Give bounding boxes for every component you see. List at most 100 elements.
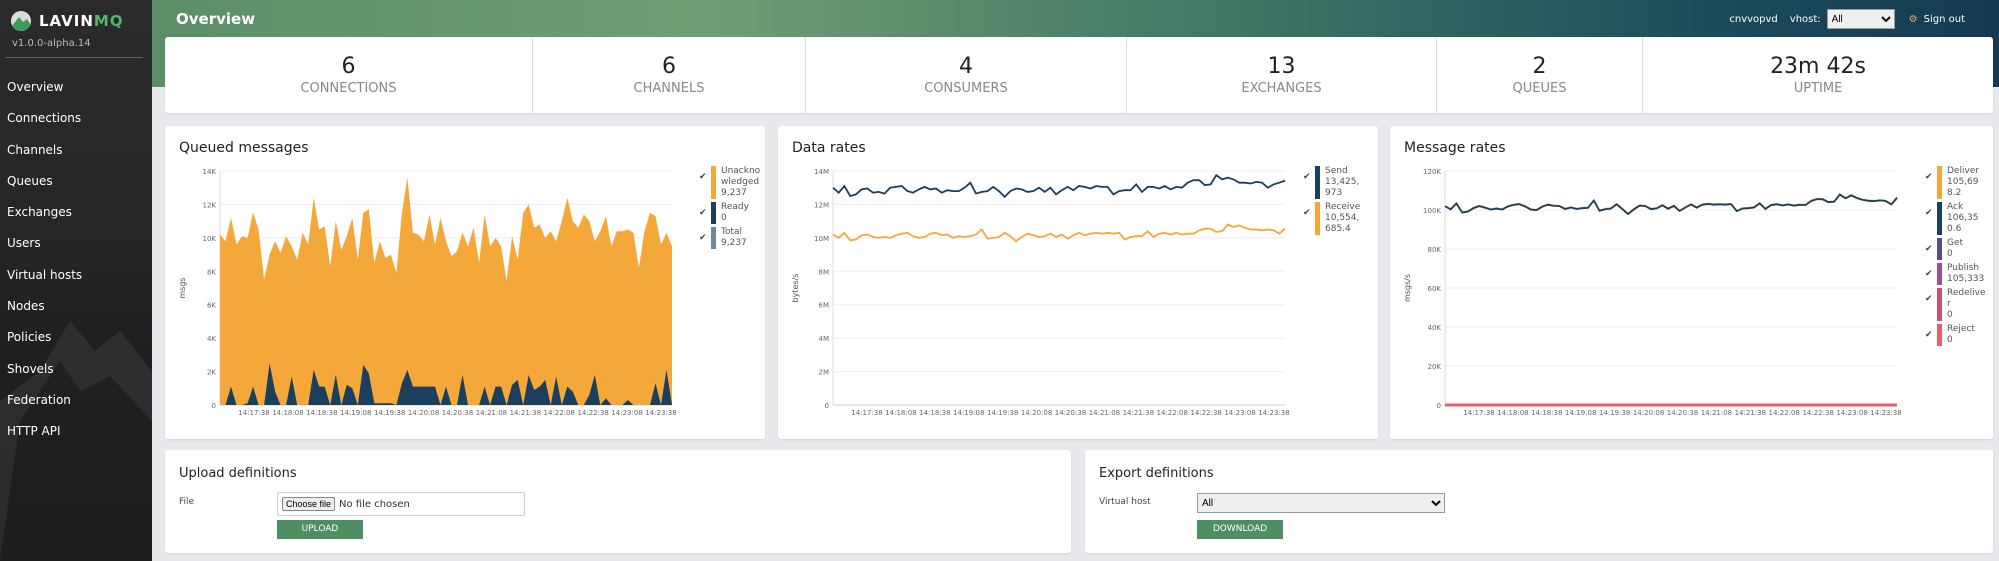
- legend-item-ready[interactable]: ✔ Ready 0: [699, 202, 761, 224]
- x-tick-label: 14:23:08: [1836, 409, 1867, 417]
- logo[interactable]: LAVINMQ: [9, 10, 124, 32]
- x-tick-label: 14:21:38: [1123, 409, 1154, 417]
- x-tick-label: 14:18:08: [272, 409, 303, 417]
- upload-button[interactable]: UPLOAD: [277, 520, 363, 539]
- check-icon[interactable]: ✔: [1925, 294, 1935, 304]
- check-icon[interactable]: ✔: [1925, 172, 1935, 182]
- legend: ✔ Send 13,425,973 ✔ Receive 10,554,685.4: [1303, 166, 1365, 238]
- user-icon: ⚙: [1908, 13, 1918, 25]
- y-axis-label: msgs: [178, 277, 187, 298]
- check-icon[interactable]: ✔: [1925, 330, 1935, 340]
- version: v1.0.0-alpha.14: [12, 38, 91, 49]
- legend-item-send[interactable]: ✔ Send 13,425,973: [1303, 166, 1365, 199]
- sidebar-nav: Overview Connections Channels Queues Exchang…: [7, 78, 82, 454]
- stat-value: 4: [959, 54, 973, 79]
- legend-item-total[interactable]: ✔ Total 9,237: [699, 227, 761, 249]
- stat-value: 13: [1267, 54, 1296, 79]
- legend-item-publish[interactable]: ✔ Publish 105,333: [1925, 263, 1987, 285]
- check-icon[interactable]: ✔: [699, 208, 709, 218]
- chart-svg: 02K4K6K8K10K12K14Kmsgs14:17:38 14:18:08 14…: [178, 168, 677, 417]
- x-tick-label: 14:17:38: [238, 409, 269, 417]
- sidebar-item-channels[interactable]: Channels: [7, 141, 82, 172]
- y-tick-label: 80K: [1428, 246, 1442, 254]
- vhost-select[interactable]: All: [1826, 9, 1895, 29]
- legend-item-receive[interactable]: ✔ Receive 10,554,685.4: [1303, 202, 1365, 235]
- x-tick-label: 14:22:08: [544, 409, 575, 417]
- chart-svg: 0 2M 4M 6M 8M 10M 12M 14M bytes/s 14:17:38 14:18:0…: [791, 168, 1290, 417]
- lavinmq-logo-icon: [11, 11, 31, 31]
- virtual-host-select[interactable]: All: [1197, 493, 1445, 513]
- x-tick-label: 14:23:08: [611, 409, 642, 417]
- sidebar-item-queues[interactable]: Queues: [7, 172, 82, 203]
- sidebar-item-http-api[interactable]: HTTP API: [7, 422, 82, 453]
- check-icon[interactable]: ✔: [1925, 269, 1935, 279]
- legend-item-ack[interactable]: ✔ Ack 106,350.6: [1925, 202, 1987, 235]
- legend-item-get[interactable]: ✔ Get 0: [1925, 238, 1987, 260]
- stats-card: 6 CONNECTIONS 6 CHANNELS 4 CONSUMERS 13 EXCHANG…: [165, 37, 1993, 113]
- y-tick-label: 4M: [819, 335, 830, 343]
- stat-value: 2: [1532, 54, 1547, 79]
- y-tick-label: 10K: [203, 235, 217, 243]
- check-icon[interactable]: ✔: [699, 233, 709, 243]
- sidebar-item-users[interactable]: Users: [7, 234, 82, 265]
- legend-item-deliver[interactable]: ✔ Deliver 105,698.2: [1925, 166, 1987, 199]
- sidebar-item-connections[interactable]: Connections: [7, 109, 82, 140]
- legend-item-redeliver[interactable]: ✔ Redeliver 0: [1925, 288, 1987, 321]
- x-tick-label: 14:21:08: [1089, 409, 1120, 417]
- sidebar-item-nodes[interactable]: Nodes: [7, 297, 82, 328]
- x-tick-label: 14:18:08: [1497, 409, 1528, 417]
- legend-swatch: [1937, 263, 1942, 285]
- stat-value: 6: [662, 54, 676, 79]
- check-icon[interactable]: ✔: [1303, 208, 1313, 218]
- x-tick-label: 14:21:38: [510, 409, 541, 417]
- queued-messages-card: Queued messages 0 2K 4K 6K 8K 10K 12K 14K msgs 14:…: [165, 126, 765, 439]
- legend-text: Total 9,237: [721, 227, 747, 248]
- y-tick-label: 8M: [819, 268, 830, 276]
- download-button[interactable]: DOWNLOAD: [1197, 520, 1283, 539]
- sidebar-item-shovels[interactable]: Shovels: [7, 360, 82, 391]
- x-tick-label: 14:23:08: [1224, 409, 1255, 417]
- stat-label: CONNECTIONS: [300, 81, 397, 96]
- x-tick-label: 14:22:38: [1802, 409, 1833, 417]
- legend-text: Unacknowledged 9,237: [721, 166, 761, 198]
- sidebar-item-overview[interactable]: Overview: [7, 78, 82, 109]
- x-tick-label: 14:20:38: [442, 409, 473, 417]
- check-icon[interactable]: ✔: [1303, 172, 1313, 182]
- legend-item-unacknowledged[interactable]: ✔ Unacknowledged 9,237: [699, 166, 761, 199]
- x-tick-label: 14:17:38: [851, 409, 882, 417]
- series-ack-line: [1444, 193, 1898, 216]
- y-tick-label: 20K: [1428, 363, 1442, 371]
- check-icon[interactable]: ✔: [699, 172, 709, 182]
- y-tick-label: 0: [212, 402, 216, 410]
- y-tick-label: 120K: [1423, 168, 1441, 176]
- check-icon[interactable]: ✔: [1925, 244, 1935, 254]
- y-tick-label: 0: [1437, 402, 1441, 410]
- legend-text: Publish 105,333: [1947, 263, 1985, 284]
- x-tick-label: 14:22:08: [1157, 409, 1188, 417]
- choose-file-button[interactable]: Choose file: [282, 497, 336, 511]
- file-input[interactable]: Choose file No file chosen: [277, 492, 525, 516]
- y-tick-label: 10M: [814, 235, 829, 243]
- legend: ✔ Unacknowledged 9,237 ✔ Ready 0 ✔ Total 9,237: [699, 166, 761, 252]
- sidebar-item-federation[interactable]: Federation: [7, 391, 82, 422]
- legend-text: Ready 0: [721, 202, 749, 223]
- sidebar-item-exchanges[interactable]: Exchanges: [7, 203, 82, 234]
- x-tick-label: 14:18:38: [306, 409, 337, 417]
- legend-text: Reject 0: [1947, 324, 1975, 345]
- x-tick-label: 14:19:08: [340, 409, 371, 417]
- sign-out-link[interactable]: Sign out: [1924, 14, 1965, 25]
- check-icon[interactable]: ✔: [1925, 208, 1935, 218]
- legend-item-reject[interactable]: ✔ Reject 0: [1925, 324, 1987, 346]
- legend-text: Send 13,425,973: [1325, 166, 1360, 198]
- y-tick-label: 4K: [207, 335, 216, 343]
- sidebar-item-policies[interactable]: Policies: [7, 328, 82, 359]
- y-tick-label: 2K: [207, 369, 216, 377]
- x-tick-label: 14:21:38: [1735, 409, 1766, 417]
- stat-value: 6: [341, 54, 356, 79]
- y-tick-label: 12M: [814, 201, 829, 209]
- sidebar-item-virtual-hosts[interactable]: Virtual hosts: [7, 266, 82, 297]
- y-tick-label: 40K: [1428, 324, 1442, 332]
- legend-swatch: [1937, 288, 1942, 321]
- stat-label: EXCHANGES: [1241, 81, 1322, 96]
- y-tick-label: 14K: [203, 168, 217, 176]
